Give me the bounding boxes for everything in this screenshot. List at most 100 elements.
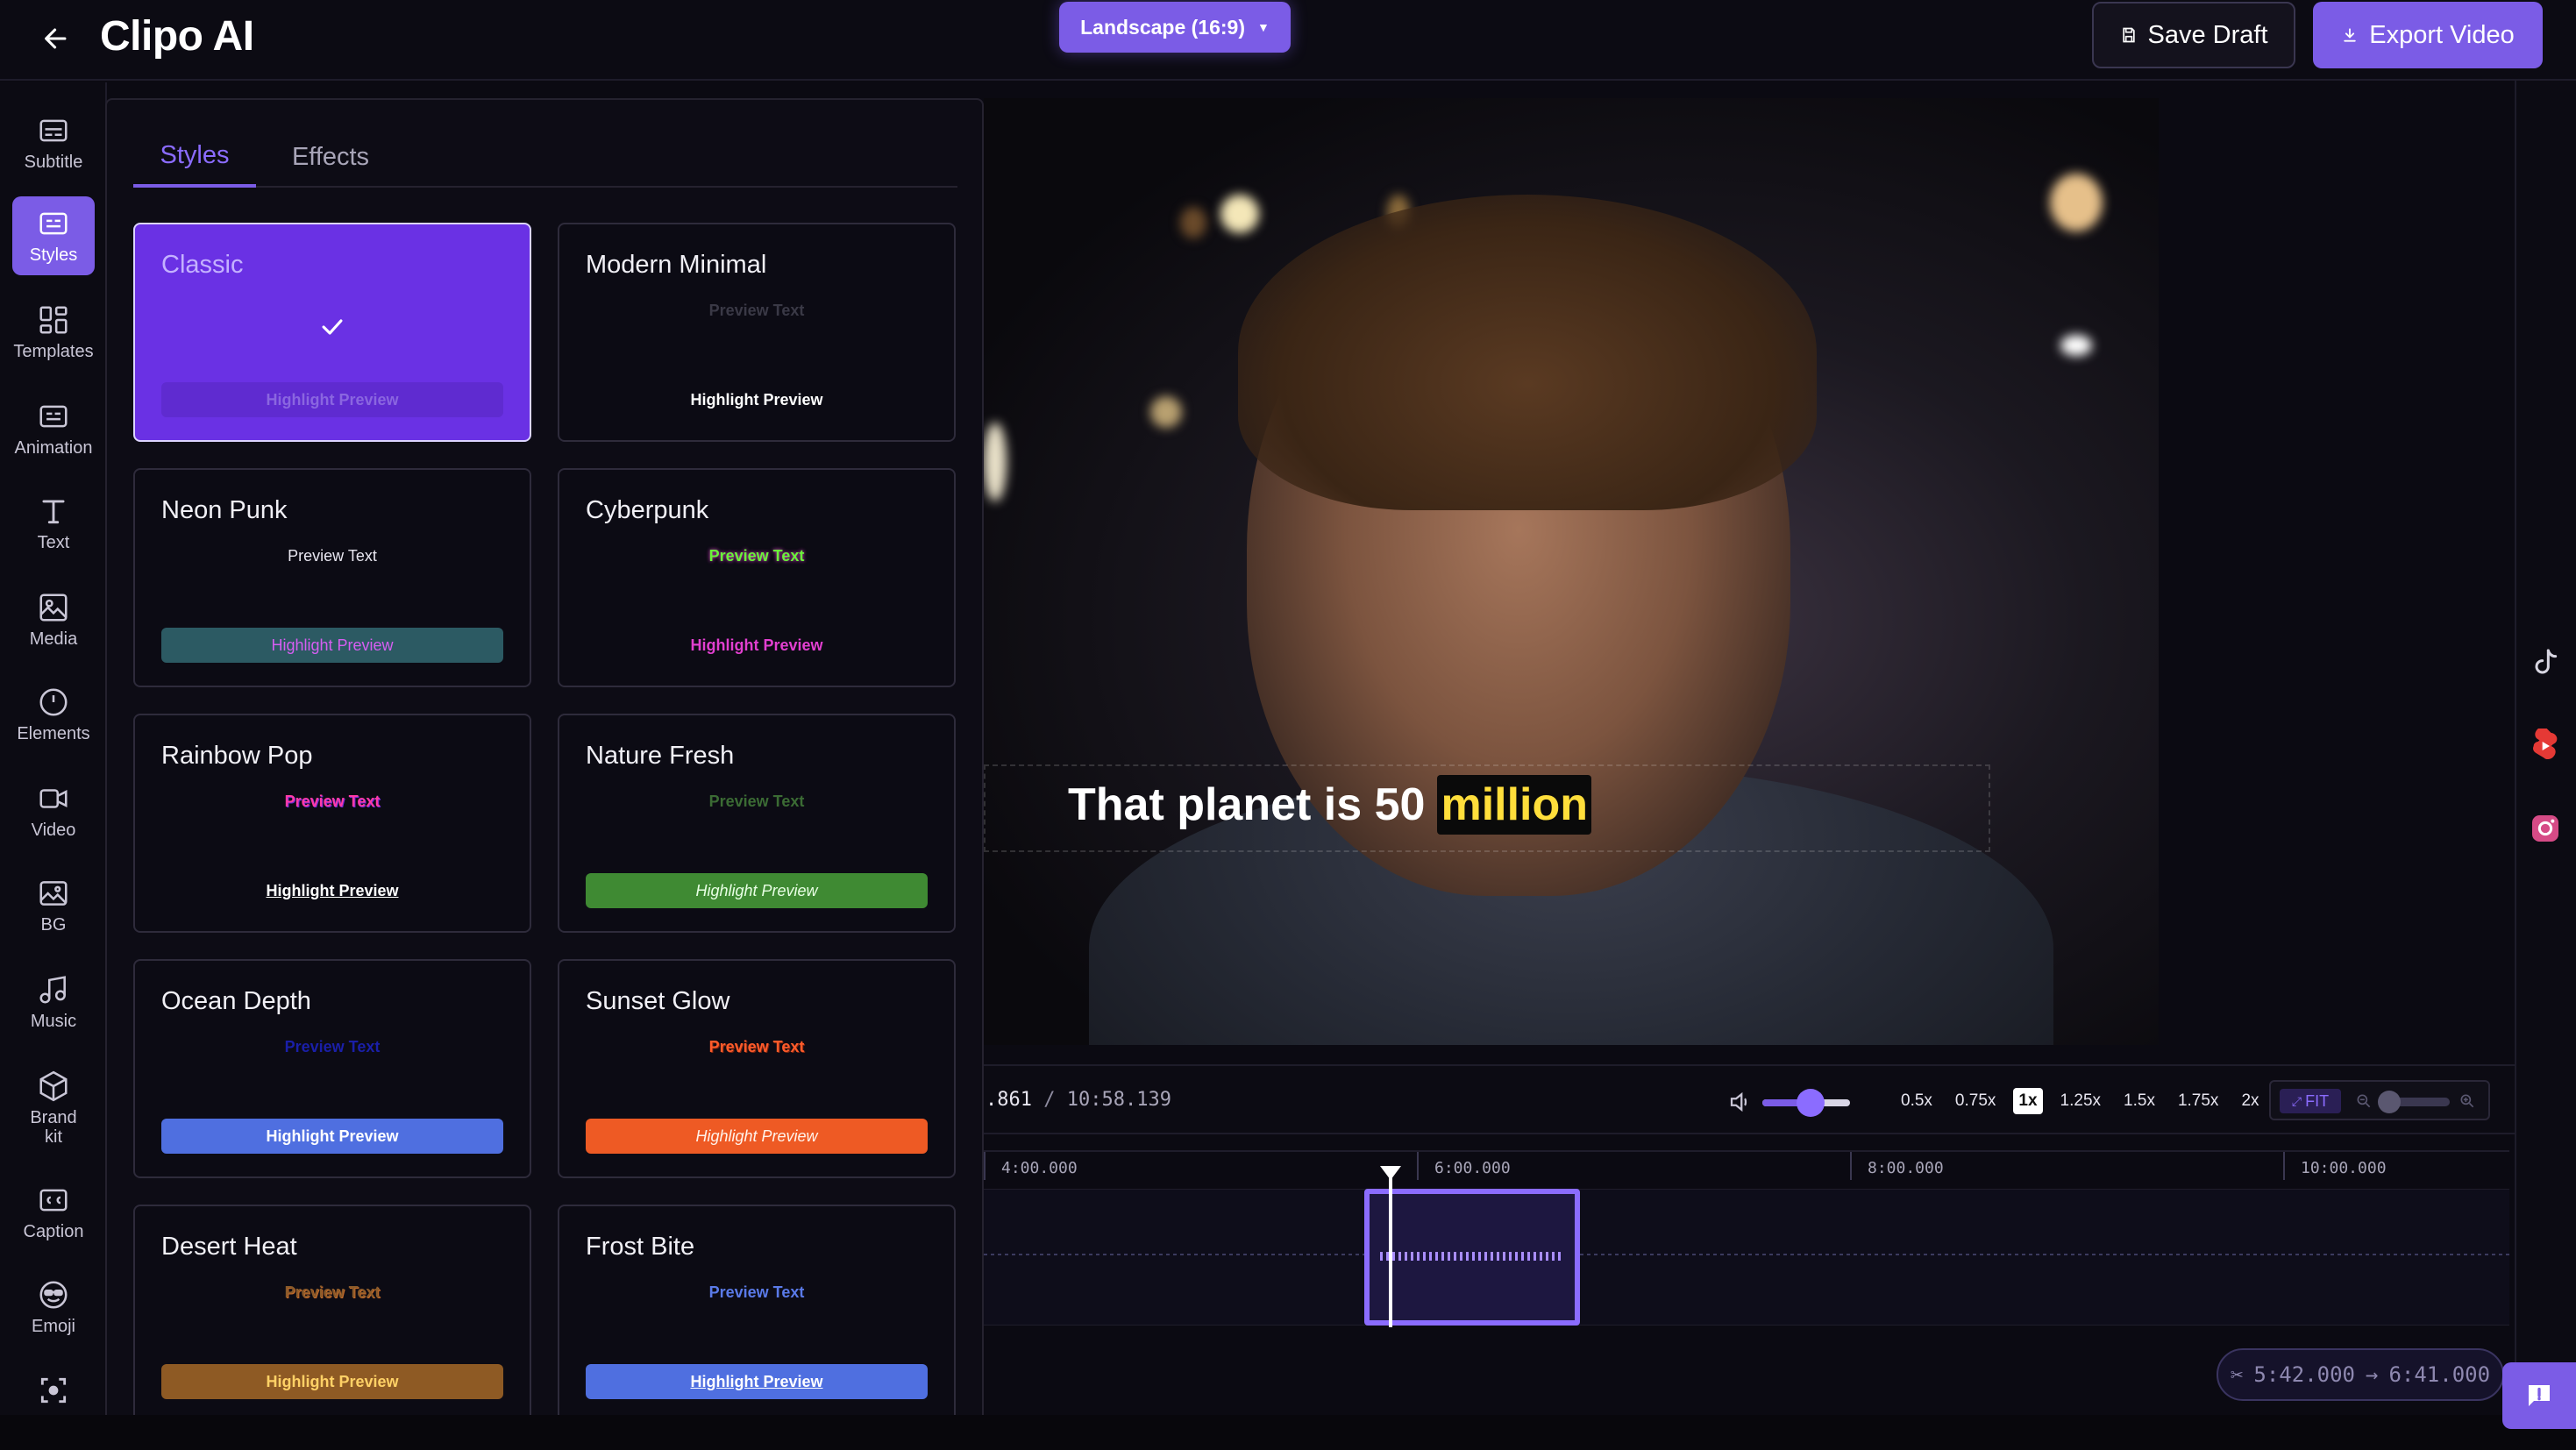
bokeh-light — [1180, 207, 1206, 238]
speed-option[interactable]: 1.75x — [2173, 1088, 2224, 1114]
style-card-sunset-glow[interactable]: Sunset Glow Preview Text Highlight Previ… — [558, 959, 956, 1178]
speed-option[interactable]: 0.5x — [1896, 1088, 1938, 1114]
caption-overlay[interactable]: That planet is 50 million — [1068, 775, 1592, 835]
clip-range-badge: ✂ 5:42.000 → 6:41.000 — [2217, 1348, 2504, 1401]
style-card-frost-bite[interactable]: Frost Bite Preview Text Highlight Previe… — [558, 1205, 956, 1424]
speed-option[interactable]: 2x — [2236, 1088, 2264, 1114]
range-arrow: → — [2366, 1362, 2379, 1387]
instagram-icon[interactable] — [2525, 808, 2565, 849]
bokeh-light — [1150, 396, 1182, 428]
speed-option[interactable]: 0.75x — [1950, 1088, 2001, 1114]
style-card-classic[interactable]: Classic Highlight Preview — [133, 223, 531, 442]
sidebar-item-music[interactable]: Music — [12, 963, 95, 1041]
audio-track[interactable] — [984, 1189, 2509, 1326]
speed-option[interactable]: 1.25x — [2055, 1088, 2106, 1114]
sidebar-item-emoji[interactable]: Emoji — [12, 1268, 95, 1347]
highlight-preview: Highlight Preview — [690, 636, 823, 654]
save-draft-label: Save Draft — [2147, 20, 2268, 49]
bokeh-light — [984, 423, 1007, 501]
fit-label: FIT — [2305, 1091, 2330, 1110]
volume-knob[interactable] — [1797, 1089, 1825, 1117]
preview-text: Preview Text — [288, 547, 377, 565]
scissors-icon: ✂ — [2230, 1362, 2244, 1387]
sidebar-item-templates[interactable]: Templates — [12, 293, 95, 372]
style-card-rainbow-pop[interactable]: Rainbow Pop Preview Text Highlight Previ… — [133, 714, 531, 933]
clip-waveform — [1380, 1252, 1564, 1261]
sidebar-item-animation[interactable]: Animation — [12, 389, 95, 468]
style-card-nature-fresh[interactable]: Nature Fresh Preview Text Highlight Prev… — [558, 714, 956, 933]
sidebar-label-brand-kit: Brand kit — [30, 1108, 77, 1147]
playback-speed-options: 0.5x 0.75x 1x 1.25x 1.5x 1.75x 2x — [1896, 1085, 2265, 1117]
preview-text: Preview Text — [284, 1038, 381, 1056]
sidebar-item-bg[interactable]: BG — [12, 866, 95, 945]
emoji-sunglasses-icon — [39, 1281, 68, 1309]
bokeh-light — [2060, 335, 2092, 356]
caption-highlight-word: million — [1437, 775, 1592, 835]
sidebar-label-styles: Styles — [29, 245, 78, 265]
style-card-neon-punk[interactable]: Neon Punk Preview Text Highlight Preview — [133, 468, 531, 687]
volume-icon[interactable] — [1727, 1089, 1754, 1115]
video-preview[interactable]: That planet is 50 million + − — [984, 98, 2159, 1045]
speed-option[interactable]: 1.5x — [2118, 1088, 2160, 1114]
highlight-preview: Highlight Preview — [690, 390, 823, 409]
style-name: Neon Punk — [161, 496, 288, 524]
sidebar-item-focus[interactable] — [12, 1362, 95, 1418]
back-button[interactable] — [37, 19, 75, 58]
timeline-zoom-knob[interactable] — [2378, 1091, 2401, 1113]
sidebar-item-video[interactable]: Video — [12, 771, 95, 850]
sidebar-item-media[interactable]: Media — [12, 580, 95, 659]
youtube-shorts-icon[interactable] — [2525, 726, 2565, 766]
timeline[interactable]: 4:00.000 6:00.000 8:00.000 10:00.000 ✂ 5… — [984, 1134, 2515, 1401]
fit-button[interactable]: ⤢ FIT — [2280, 1089, 2341, 1113]
total-time: 10:58.139 — [1066, 1089, 1171, 1111]
style-name: Rainbow Pop — [161, 742, 313, 770]
bokeh-light — [1220, 195, 1259, 233]
zoom-in-small-icon[interactable] — [2459, 1092, 2476, 1114]
sidebar-label-media: Media — [29, 629, 78, 649]
feedback-button[interactable] — [2502, 1362, 2576, 1429]
focus-frame-icon — [40, 1377, 67, 1404]
sidebar-label-caption: Caption — [23, 1222, 84, 1241]
tiktok-icon[interactable] — [2525, 643, 2565, 684]
export-video-button[interactable]: Export Video — [2313, 2, 2543, 68]
music-note-icon — [39, 976, 66, 1004]
tab-effects[interactable]: Effects — [265, 126, 396, 188]
style-card-ocean-depth[interactable]: Ocean Depth Preview Text Highlight Previ… — [133, 959, 531, 1178]
feedback-chat-icon — [2529, 1385, 2550, 1406]
timecode: .861 / 10:58.139 — [986, 1089, 1171, 1111]
style-card-cyberpunk[interactable]: Cyberpunk Preview Text Highlight Preview — [558, 468, 956, 687]
media-icon — [39, 594, 68, 622]
style-card-desert-heat[interactable]: Desert Heat Preview Text Highlight Previ… — [133, 1205, 531, 1424]
zoom-out-small-icon[interactable] — [2355, 1092, 2373, 1114]
save-draft-button[interactable]: Save Draft — [2092, 2, 2295, 68]
sidebar-item-subtitle[interactable]: Subtitle — [12, 103, 95, 182]
export-video-label: Export Video — [2369, 20, 2515, 49]
aspect-ratio-dropdown[interactable]: Landscape (16:9) ▼ — [1059, 2, 1291, 53]
playhead[interactable] — [1389, 1175, 1392, 1327]
sidebar-item-text[interactable]: Text — [12, 484, 95, 563]
sidebar-item-styles[interactable]: Styles — [12, 196, 95, 275]
timeline-ruler: 4:00.000 6:00.000 8:00.000 10:00.000 — [984, 1150, 2509, 1180]
top-bar: Clipo AI Landscape (16:9) ▼ Save Draft E… — [0, 0, 2576, 81]
templates-icon — [39, 306, 68, 334]
sidebar-item-elements[interactable]: Elements — [12, 675, 95, 754]
ruler-tick-label: 8:00.000 — [1868, 1159, 1944, 1177]
highlight-preview: Highlight Preview — [161, 1119, 503, 1154]
app-title: Clipo AI — [100, 13, 254, 60]
selected-clip[interactable] — [1364, 1189, 1580, 1326]
tab-styles[interactable]: Styles — [133, 126, 256, 188]
bottom-strip — [0, 1415, 2576, 1450]
sidebar-item-caption[interactable]: Caption — [12, 1173, 95, 1252]
sidebar-label-video: Video — [31, 821, 76, 840]
floppy-disk-icon — [2122, 27, 2135, 43]
ruler-tick-label: 6:00.000 — [1434, 1159, 1511, 1177]
style-name: Modern Minimal — [586, 251, 767, 279]
sidebar-item-brand-kit[interactable]: Brand kit — [12, 1057, 95, 1159]
style-card-modern-minimal[interactable]: Modern Minimal Preview Text Highlight Pr… — [558, 223, 956, 442]
styles-panel: Styles Effects Classic Highlight Preview… — [105, 98, 984, 1450]
sidebar-label-subtitle: Subtitle — [24, 153, 83, 172]
volume-slider[interactable] — [1762, 1089, 1850, 1117]
style-name: Classic — [161, 251, 244, 279]
speed-option-active[interactable]: 1x — [2013, 1088, 2043, 1114]
ruler-tick: 8:00.000 — [1850, 1152, 1944, 1180]
